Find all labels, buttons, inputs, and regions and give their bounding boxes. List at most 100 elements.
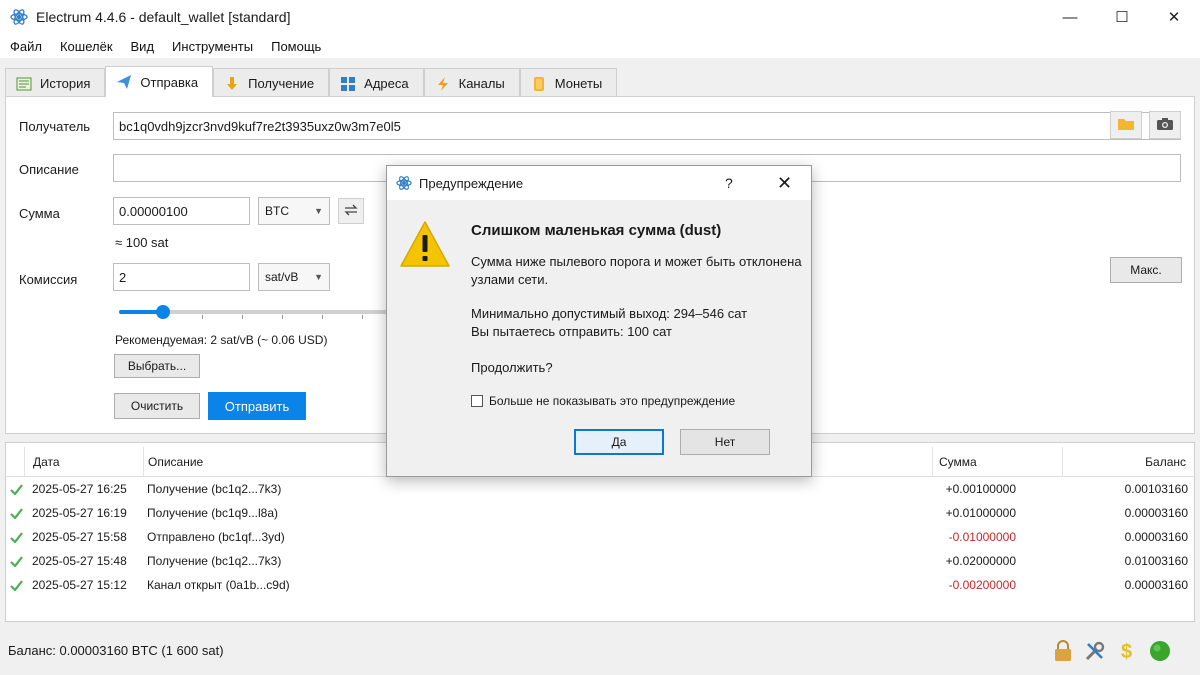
dialog-close-button[interactable]: ✕: [777, 166, 792, 200]
menu-file[interactable]: Файл: [0, 39, 51, 54]
fee-label: Комиссия: [19, 272, 78, 287]
fee-value: 2: [119, 269, 127, 285]
fee-unit-select[interactable]: sat/vB ▼: [258, 263, 330, 291]
dialog-heading: Слишком маленькая сумма (dust): [471, 222, 722, 239]
scan-qr-button[interactable]: [1149, 111, 1181, 139]
help-button[interactable]: ?: [725, 166, 733, 200]
row-description: Получение (bc1q2...7k3): [147, 554, 282, 568]
slider-tick: [362, 315, 363, 319]
tab-send-label: Отправка: [140, 74, 199, 90]
send-button[interactable]: Отправить: [208, 392, 306, 420]
row-date: 2025-05-27 15:48: [32, 554, 127, 568]
table-row[interactable]: 2025-05-27 15:48 Получение (bc1q2...7k3)…: [6, 549, 1194, 573]
swap-units-button[interactable]: [338, 198, 364, 224]
yes-button[interactable]: Да: [574, 429, 664, 455]
row-balance: 0.00003160: [1124, 530, 1188, 544]
tab-history-label: История: [40, 76, 91, 91]
dialog-message-line1: Сумма ниже пылевого порога и может быть …: [471, 254, 802, 269]
tab-history[interactable]: История: [5, 68, 106, 98]
tab-receive[interactable]: Получение: [213, 68, 330, 98]
svg-text:$: $: [1121, 641, 1132, 663]
recommended-fee: Рекомендуемая: 2 sat/vB (~ 0.06 USD): [115, 333, 328, 347]
column-amount[interactable]: Сумма: [932, 447, 1062, 477]
confirmed-check-icon: [10, 477, 23, 501]
table-row[interactable]: 2025-05-27 16:25 Получение (bc1q2...7k3)…: [6, 477, 1194, 501]
electrum-logo-icon: [10, 8, 28, 26]
clear-button[interactable]: Очистить: [114, 393, 200, 419]
status-balance: Баланс: 0.00003160 BTC (1 600 sat): [8, 643, 224, 658]
row-amount: +0.00100000: [945, 482, 1016, 496]
amount-input[interactable]: 0.00000100: [113, 197, 250, 225]
title-bar: Electrum 4.4.6 - default_wallet [standar…: [0, 0, 1200, 34]
description-label: Описание: [19, 162, 79, 177]
tools-icon[interactable]: [1082, 638, 1108, 664]
close-window-button[interactable]: ✕: [1148, 0, 1200, 34]
dialog-title: Предупреждение: [419, 175, 524, 191]
confirmed-check-icon: [10, 501, 23, 525]
confirmed-check-icon: [10, 525, 23, 549]
fee-input[interactable]: 2: [113, 263, 250, 291]
dialog-min-output: Минимально допустимый выход: 294–546 сат: [471, 306, 748, 321]
menu-view[interactable]: Вид: [122, 39, 164, 54]
choose-coins-button[interactable]: Выбрать...: [114, 354, 200, 378]
max-button[interactable]: Макс.: [1110, 257, 1182, 283]
slider-tick: [322, 315, 323, 319]
row-description: Получение (bc1q9...l8a): [147, 506, 279, 520]
electrum-logo-icon: [395, 174, 413, 192]
table-row[interactable]: 2025-05-27 16:19 Получение (bc1q9...l8a)…: [6, 501, 1194, 525]
column-date[interactable]: Дата: [24, 447, 144, 477]
dollar-icon[interactable]: $: [1114, 638, 1140, 664]
recipient-input[interactable]: bc1q0vdh9jzcr3nvd9kuf7re2t3935uxz0w3m7e0…: [113, 112, 1181, 140]
table-row[interactable]: 2025-05-27 15:12 Канал открыт (0a1b...c9…: [6, 573, 1194, 597]
checkbox-label: Больше не показывать это предупреждение: [489, 394, 736, 408]
row-date: 2025-05-27 16:19: [32, 506, 127, 520]
table-row[interactable]: 2025-05-27 15:58 Отправлено (bc1qf...3yd…: [6, 525, 1194, 549]
row-amount: -0.01000000: [948, 530, 1016, 544]
row-date: 2025-05-27 15:58: [32, 530, 127, 544]
amount-sat-hint: ≈ 100 sat: [115, 235, 169, 250]
menu-bar: Файл Кошелёк Вид Инструменты Помощь: [0, 34, 1200, 58]
tab-bar: История Отправка Получение Адреса Каналы…: [5, 66, 618, 98]
dont-show-again-checkbox[interactable]: Больше не показывать это предупреждение: [471, 394, 735, 408]
window-title: Electrum 4.4.6 - default_wallet [standar…: [36, 9, 291, 25]
chevron-down-icon: ▼: [314, 272, 323, 282]
status-bar: Баланс: 0.00003160 BTC (1 600 sat) $: [0, 628, 1200, 675]
row-balance: 0.00103160: [1124, 482, 1188, 496]
tab-coins[interactable]: Монеты: [519, 68, 618, 98]
confirmed-check-icon: [10, 573, 23, 597]
warning-dialog: Предупреждение ? ✕ Слишком маленькая сум…: [386, 165, 812, 477]
dialog-question: Продолжить?: [471, 360, 553, 375]
tab-coins-label: Монеты: [554, 76, 603, 91]
row-amount: +0.01000000: [945, 506, 1016, 520]
coins-icon: [531, 76, 547, 92]
amount-unit-value: BTC: [265, 204, 289, 218]
network-status-icon[interactable]: [1147, 638, 1173, 664]
amount-unit-select[interactable]: BTC ▼: [258, 197, 330, 225]
row-balance: 0.00003160: [1124, 578, 1188, 592]
row-date: 2025-05-27 15:12: [32, 578, 127, 592]
column-balance[interactable]: Баланс: [1062, 447, 1194, 477]
no-button[interactable]: Нет: [680, 429, 770, 455]
folder-icon: [1117, 117, 1135, 134]
recipient-value: bc1q0vdh9jzcr3nvd9kuf7re2t3935uxz0w3m7e0…: [119, 118, 401, 134]
tab-channels-label: Каналы: [458, 76, 505, 91]
fee-slider[interactable]: [119, 305, 394, 319]
row-description: Канал открыт (0a1b...c9d): [147, 578, 290, 592]
menu-tools[interactable]: Инструменты: [163, 39, 262, 54]
open-file-button[interactable]: [1110, 111, 1142, 139]
swap-icon: [344, 204, 358, 219]
menu-wallet[interactable]: Кошелёк: [51, 39, 122, 54]
maximize-button[interactable]: ☐: [1096, 0, 1148, 34]
tab-channels[interactable]: Каналы: [423, 68, 520, 98]
menu-help[interactable]: Помощь: [262, 39, 330, 54]
addresses-icon: [340, 76, 356, 92]
fee-slider-handle[interactable]: [156, 305, 170, 319]
amount-value: 0.00000100: [119, 203, 188, 219]
lock-icon[interactable]: [1050, 638, 1076, 664]
minimize-button[interactable]: —: [1044, 0, 1096, 34]
warning-icon: [399, 220, 451, 271]
checkbox-box[interactable]: [471, 395, 483, 407]
tab-addresses[interactable]: Адреса: [329, 68, 424, 98]
tab-send[interactable]: Отправка: [105, 66, 214, 97]
row-amount: -0.00200000: [948, 578, 1016, 592]
